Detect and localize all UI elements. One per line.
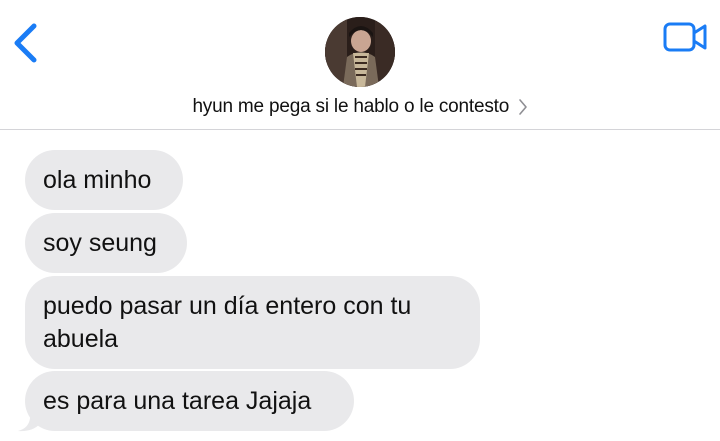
contact-details-link[interactable]: hyun me pega si le hablo o le contesto	[0, 96, 720, 124]
message-bubble[interactable]: ola minho	[25, 150, 183, 210]
chevron-left-icon	[14, 23, 37, 63]
message-text: puedo pasar un día entero con tu abuela	[43, 292, 412, 353]
message-text: soy seung	[43, 229, 157, 257]
video-camera-icon	[663, 22, 707, 52]
contact-name: hyun me pega si le hablo o le contesto	[192, 96, 510, 117]
messages-conversation-screen: hyun me pega si le hablo o le contesto o…	[0, 0, 720, 441]
back-button[interactable]	[8, 18, 48, 68]
message-bubble[interactable]: es para una tarea Jajaja	[25, 371, 354, 431]
message-text: ola minho	[43, 166, 152, 194]
avatar-photo	[325, 17, 395, 87]
message-bubble[interactable]: puedo pasar un día entero con tu abuela	[25, 276, 480, 369]
video-call-button[interactable]	[662, 20, 710, 54]
contact-avatar[interactable]	[325, 17, 395, 87]
chevron-right-icon	[518, 99, 527, 115]
message-text: es para una tarea Jajaja	[43, 387, 312, 415]
message-bubble[interactable]: soy seung	[25, 213, 187, 273]
conversation-header: hyun me pega si le hablo o le contesto	[0, 0, 720, 130]
